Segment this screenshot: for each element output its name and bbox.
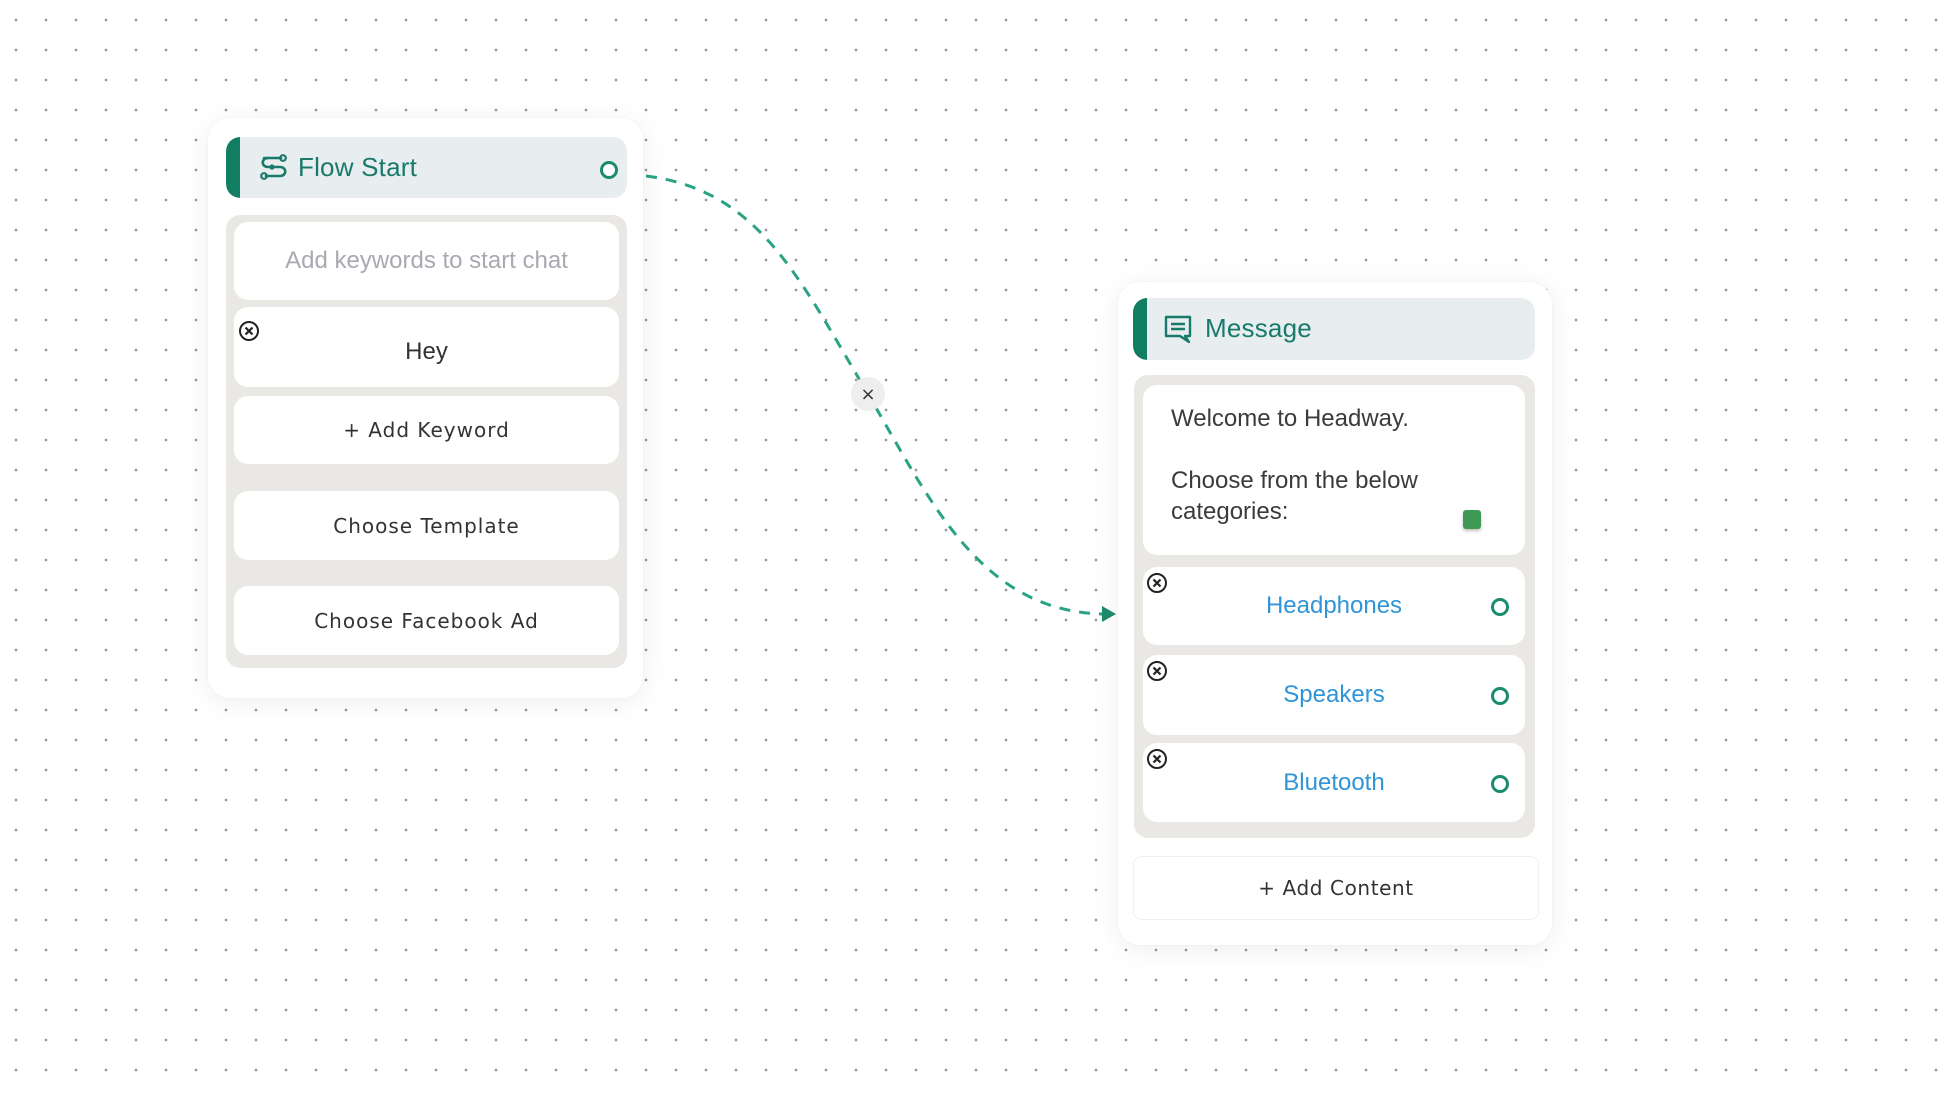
remove-option-icon[interactable] <box>1146 660 1168 682</box>
message-body[interactable]: Welcome to Headway. Choose from the belo… <box>1143 385 1525 555</box>
option-output-handle[interactable] <box>1491 687 1509 705</box>
option-label: Speakers <box>1283 681 1385 708</box>
flow-start-node[interactable]: Flow Start Add keywords to start chat He… <box>208 118 643 698</box>
edge-arrowhead-icon <box>1102 606 1116 622</box>
choose-template-button[interactable]: Choose Template <box>234 491 619 560</box>
option-output-handle[interactable] <box>1491 775 1509 793</box>
message-icon <box>1163 314 1195 346</box>
remove-option-icon[interactable] <box>1146 572 1168 594</box>
option-label: Headphones <box>1265 592 1403 619</box>
remove-keyword-icon[interactable] <box>238 320 260 342</box>
close-icon: × <box>860 383 876 405</box>
header-accent-bar <box>1133 298 1147 360</box>
keyword-label: Hey <box>405 338 448 365</box>
keyword-input[interactable]: Add keywords to start chat <box>234 222 619 300</box>
status-indicator <box>1463 510 1481 529</box>
option-button[interactable]: Headphones <box>1143 567 1525 645</box>
message-node[interactable]: Message Welcome to Headway. Choose from … <box>1118 282 1552 945</box>
choose-facebook-ad-label: Choose Facebook Ad <box>314 608 539 633</box>
remove-option-icon[interactable] <box>1146 748 1168 770</box>
option-button[interactable]: Bluetooth <box>1143 743 1525 822</box>
flow-start-header[interactable]: Flow Start <box>226 137 627 198</box>
add-content-button[interactable]: + Add Content <box>1133 856 1539 920</box>
option-output-handle[interactable] <box>1491 598 1509 616</box>
add-content-label: + Add Content <box>1258 876 1414 900</box>
message-body-text: Welcome to Headway. Choose from the belo… <box>1171 405 1418 525</box>
keyword-chip[interactable]: Hey <box>234 307 619 387</box>
option-button[interactable]: Speakers <box>1143 655 1525 735</box>
flow-route-icon <box>258 151 290 183</box>
message-header[interactable]: Message <box>1133 298 1535 360</box>
keyword-input-placeholder: Add keywords to start chat <box>285 247 568 274</box>
message-title: Message <box>1205 313 1312 343</box>
message-content-tray: Welcome to Headway. Choose from the belo… <box>1134 375 1535 838</box>
edge-delete-button[interactable]: × <box>851 377 885 411</box>
choose-facebook-ad-button[interactable]: Choose Facebook Ad <box>234 586 619 655</box>
add-keyword-label: + Add Keyword <box>343 418 510 442</box>
option-label: Bluetooth <box>1283 768 1385 796</box>
flow-start-output-handle[interactable] <box>600 161 618 179</box>
header-accent-bar <box>226 137 240 198</box>
add-keyword-button[interactable]: + Add Keyword <box>234 396 619 464</box>
flow-start-title: Flow Start <box>298 152 418 182</box>
flow-start-content-tray: Add keywords to start chat Hey + Add Key… <box>226 215 627 668</box>
choose-template-label: Choose Template <box>333 513 520 538</box>
